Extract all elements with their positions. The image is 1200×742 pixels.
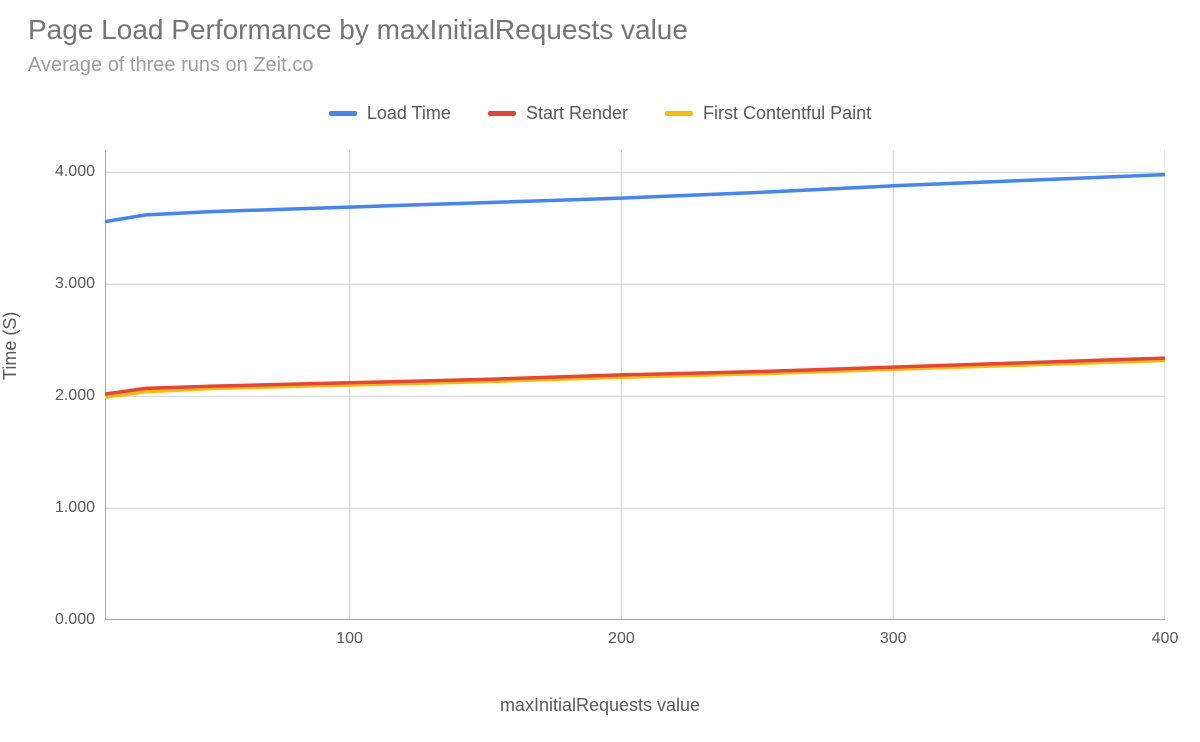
chart-title: Page Load Performance by maxInitialReque… (28, 14, 688, 46)
y-axis-label: Time (S) (0, 312, 21, 380)
chart-container: Page Load Performance by maxInitialReque… (0, 0, 1200, 742)
series-load-time (105, 175, 1165, 222)
legend-swatch-fcp (665, 111, 693, 116)
y-tick-0: 0.000 (25, 611, 95, 629)
legend-label-fcp: First Contentful Paint (703, 103, 871, 124)
legend-swatch-start-render (488, 111, 516, 116)
legend-label-load-time: Load Time (367, 103, 451, 124)
y-tick-2: 2.000 (25, 387, 95, 405)
legend-label-start-render: Start Render (526, 103, 628, 124)
x-tick-400: 400 (1152, 630, 1179, 648)
legend: Load Time Start Render First Contentful … (0, 100, 1200, 124)
y-tick-1: 1.000 (25, 499, 95, 517)
y-tick-3: 3.000 (25, 275, 95, 293)
plot-area (105, 150, 1165, 620)
y-tick-4: 4.000 (25, 163, 95, 181)
x-axis-label: maxInitialRequests value (0, 695, 1200, 716)
x-tick-300: 300 (880, 630, 907, 648)
x-tick-200: 200 (608, 630, 635, 648)
legend-swatch-load-time (329, 111, 357, 116)
legend-item-load-time: Load Time (329, 103, 451, 124)
x-tick-100: 100 (336, 630, 363, 648)
series-fcp (105, 360, 1165, 397)
legend-item-start-render: Start Render (488, 103, 628, 124)
legend-item-fcp: First Contentful Paint (665, 103, 871, 124)
chart-subtitle: Average of three runs on Zeit.co (28, 54, 313, 77)
